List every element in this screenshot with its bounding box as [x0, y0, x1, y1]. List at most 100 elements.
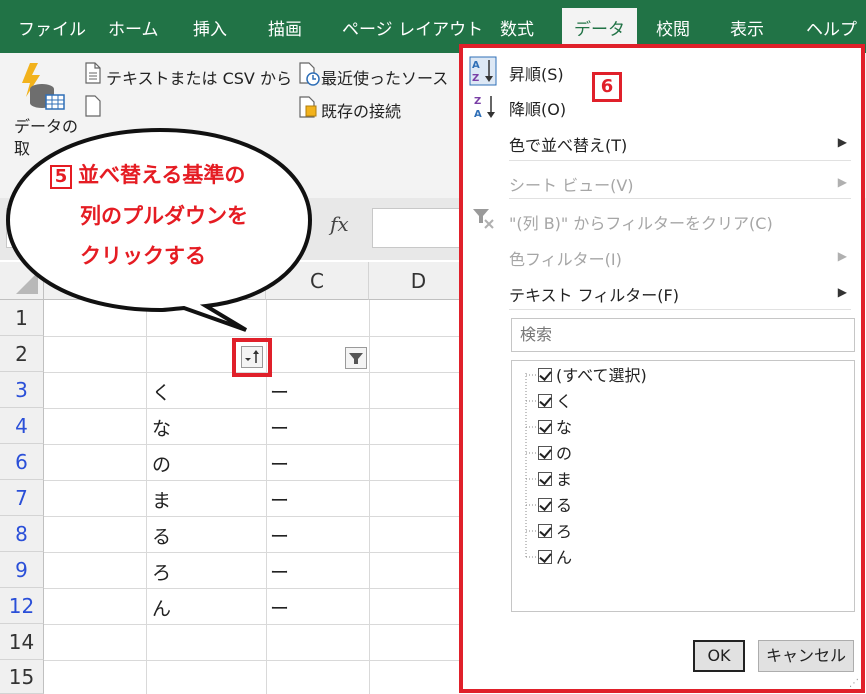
- checkbox-checked-icon[interactable]: [538, 472, 552, 486]
- menu-separator: [509, 309, 851, 310]
- cell-b[interactable]: く: [152, 378, 171, 405]
- checkbox-checked-icon[interactable]: [538, 368, 552, 382]
- tab-home[interactable]: ホーム: [108, 0, 159, 53]
- fx-icon[interactable]: fx: [330, 212, 349, 236]
- step5-highlight-box: [232, 338, 272, 377]
- filter-list-item[interactable]: ま: [538, 469, 572, 491]
- step5-badge: 5: [50, 165, 72, 189]
- svg-text:A: A: [472, 60, 480, 71]
- cell-c[interactable]: ー: [270, 486, 289, 513]
- cell-b[interactable]: ろ: [152, 558, 171, 585]
- cell-b[interactable]: ん: [152, 594, 171, 621]
- row-header[interactable]: 12: [0, 588, 44, 624]
- cell-c[interactable]: ー: [270, 558, 289, 585]
- step6-badge: 6: [592, 72, 622, 102]
- cell-c[interactable]: ー: [270, 414, 289, 441]
- cell-c[interactable]: ー: [270, 378, 289, 405]
- filter-value-list: (すべて選択) く な の ま る ろ ん: [511, 360, 855, 612]
- row-header[interactable]: 2: [0, 336, 44, 372]
- grid-line: [44, 552, 464, 553]
- grid-line: [44, 516, 464, 517]
- callout-line-3: クリックする: [80, 244, 206, 268]
- ok-button[interactable]: OK: [693, 640, 745, 672]
- existing-connections-icon: [298, 96, 318, 122]
- filter-list-item[interactable]: の: [538, 443, 572, 465]
- checkbox-checked-icon[interactable]: [538, 550, 552, 564]
- row-header[interactable]: 3: [0, 372, 44, 408]
- grid-line: [44, 624, 464, 625]
- sort-descending-icon: ZA: [471, 92, 499, 126]
- column-c-filter-button[interactable]: [345, 347, 367, 369]
- tree-connector-lines: [525, 373, 538, 559]
- menu-sort-ascending[interactable]: 昇順(S): [509, 61, 564, 85]
- row-header[interactable]: 4: [0, 408, 44, 444]
- submenu-arrow-icon: ▶: [837, 285, 847, 299]
- cell-c[interactable]: ー: [270, 450, 289, 477]
- menu-color-filter: 色フィルター(I): [509, 250, 622, 269]
- submenu-arrow-icon: ▶: [837, 249, 847, 263]
- menu-clear-filter: "(列 B)" からフィルターをクリア(C): [509, 214, 773, 233]
- row-header[interactable]: 9: [0, 552, 44, 588]
- row-header[interactable]: 6: [0, 444, 44, 480]
- filter-list-item[interactable]: ろ: [538, 521, 572, 543]
- from-text-csv-button[interactable]: テキストまたは CSV から: [106, 65, 292, 89]
- tab-draw[interactable]: 描画: [268, 0, 302, 53]
- callout-line-2: 列のプルダウンを: [80, 204, 248, 228]
- get-data-icon[interactable]: [18, 61, 66, 115]
- filter-search-input[interactable]: 検索: [511, 318, 855, 352]
- callout-text-1: 並べ替える基準の: [78, 163, 246, 187]
- menu-sort-descending[interactable]: 降順(O): [509, 96, 566, 120]
- svg-text:Z: Z: [472, 73, 479, 84]
- filter-list-item[interactable]: る: [538, 495, 572, 517]
- cancel-button[interactable]: キャンセル: [758, 640, 854, 672]
- tab-file[interactable]: ファイル: [18, 0, 86, 53]
- checkbox-checked-icon[interactable]: [538, 524, 552, 538]
- checkbox-checked-icon[interactable]: [538, 498, 552, 512]
- callout-line-1: 5 並べ替える基準の: [50, 159, 245, 189]
- row-header[interactable]: 8: [0, 516, 44, 552]
- svg-text:A: A: [474, 109, 482, 120]
- grid-line: [44, 480, 464, 481]
- cell-b[interactable]: な: [152, 414, 171, 441]
- tab-insert[interactable]: 挿入: [193, 0, 227, 53]
- row-header[interactable]: 7: [0, 480, 44, 516]
- submenu-arrow-icon: ▶: [837, 135, 847, 149]
- cell-b[interactable]: る: [152, 522, 171, 549]
- filter-list-item[interactable]: (すべて選択): [538, 365, 647, 387]
- checkbox-checked-icon[interactable]: [538, 420, 552, 434]
- grid-line: [44, 660, 464, 661]
- text-file-icon: [84, 62, 102, 88]
- checkbox-checked-icon[interactable]: [538, 446, 552, 460]
- existing-connections-button[interactable]: 既存の接続: [321, 98, 401, 122]
- menu-sort-by-color[interactable]: 色で並べ替え(T): [509, 132, 627, 156]
- filter-list-item[interactable]: ん: [538, 547, 572, 569]
- formula-input[interactable]: [372, 208, 466, 248]
- cell-c[interactable]: ー: [270, 522, 289, 549]
- grid-line: [369, 300, 370, 694]
- recent-sources-button[interactable]: 最近使ったソース: [321, 65, 448, 89]
- menu-text-filter[interactable]: テキスト フィルター(F): [509, 282, 679, 306]
- checkbox-checked-icon[interactable]: [538, 394, 552, 408]
- filter-funnel-icon: [349, 353, 363, 364]
- cell-b[interactable]: ま: [152, 486, 171, 513]
- grid-line: [146, 300, 147, 694]
- menu-separator: [509, 198, 851, 199]
- menu-sheet-view: シート ビュー(V): [509, 176, 634, 195]
- grid-line: [44, 336, 464, 337]
- row-header[interactable]: 14: [0, 624, 44, 660]
- cell-b[interactable]: の: [152, 450, 171, 477]
- clear-filter-icon: [471, 206, 495, 234]
- cell-c[interactable]: ー: [270, 594, 289, 621]
- submenu-arrow-icon: ▶: [837, 175, 847, 189]
- grid-line: [44, 408, 464, 409]
- filter-list-item[interactable]: く: [538, 391, 572, 413]
- autofilter-dropdown-menu: AZ 昇順(S) 6 ZA 降順(O) 色で並べ替え(T) ▶ シート ビュー(…: [459, 44, 865, 693]
- filter-list-item[interactable]: な: [538, 417, 572, 439]
- svg-text:Z: Z: [474, 96, 481, 107]
- resize-grip-icon[interactable]: ⋰: [849, 678, 859, 689]
- column-header-d[interactable]: D: [369, 262, 469, 300]
- recent-sources-icon: [298, 62, 320, 90]
- web-file-icon: [84, 95, 102, 121]
- row-header[interactable]: 15: [0, 660, 44, 694]
- sort-ascending-icon: AZ: [469, 56, 497, 90]
